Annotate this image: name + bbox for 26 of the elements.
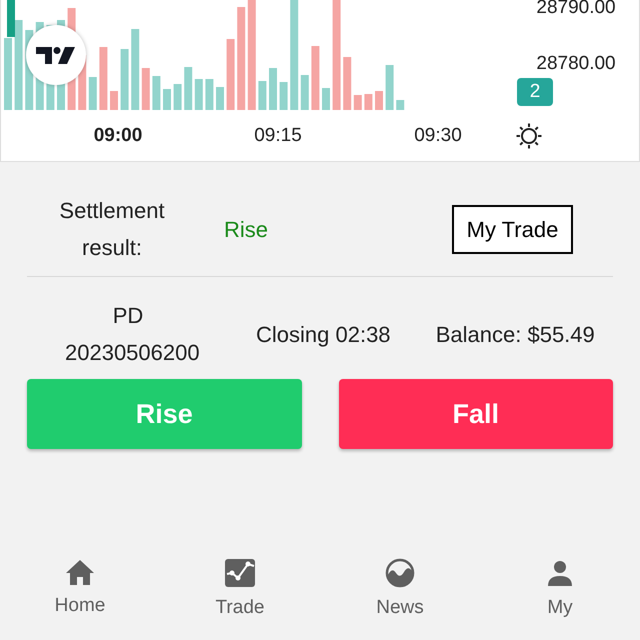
nav-label: Home	[54, 594, 106, 618]
settlement-label: Settlement result:	[58, 197, 166, 262]
fall-button[interactable]: Fall	[338, 379, 613, 449]
time-label: 09:15	[253, 124, 303, 148]
nav-tab[interactable]: My	[480, 558, 640, 622]
logo-icon	[36, 45, 76, 65]
chart-icon	[224, 558, 256, 588]
price-label: 28780.00	[536, 54, 616, 73]
product-code: PD 20230506200	[64, 302, 201, 367]
time-label: 09:00	[92, 124, 144, 148]
price-label: 28790.00	[536, 0, 616, 17]
closing-time: Closing 02:38	[256, 320, 391, 349]
nav-label: News	[376, 596, 424, 620]
nav-tab[interactable]: Home	[0, 558, 160, 622]
balance-text: Balance: $55.49	[434, 320, 596, 348]
nav-tab[interactable]: Trade	[160, 558, 320, 622]
brightness-icon	[515, 122, 543, 150]
my-trade-button[interactable]: My Trade	[452, 204, 573, 254]
nav-label: My	[547, 596, 573, 620]
price-badge: 2	[517, 78, 553, 106]
wave-circle-icon	[385, 558, 415, 588]
nav-tab[interactable]: News	[320, 558, 480, 622]
home-icon	[65, 558, 95, 586]
time-label: 09:30	[413, 124, 463, 148]
settlement-value: Rise	[224, 216, 268, 244]
nav-label: Trade	[216, 596, 264, 620]
